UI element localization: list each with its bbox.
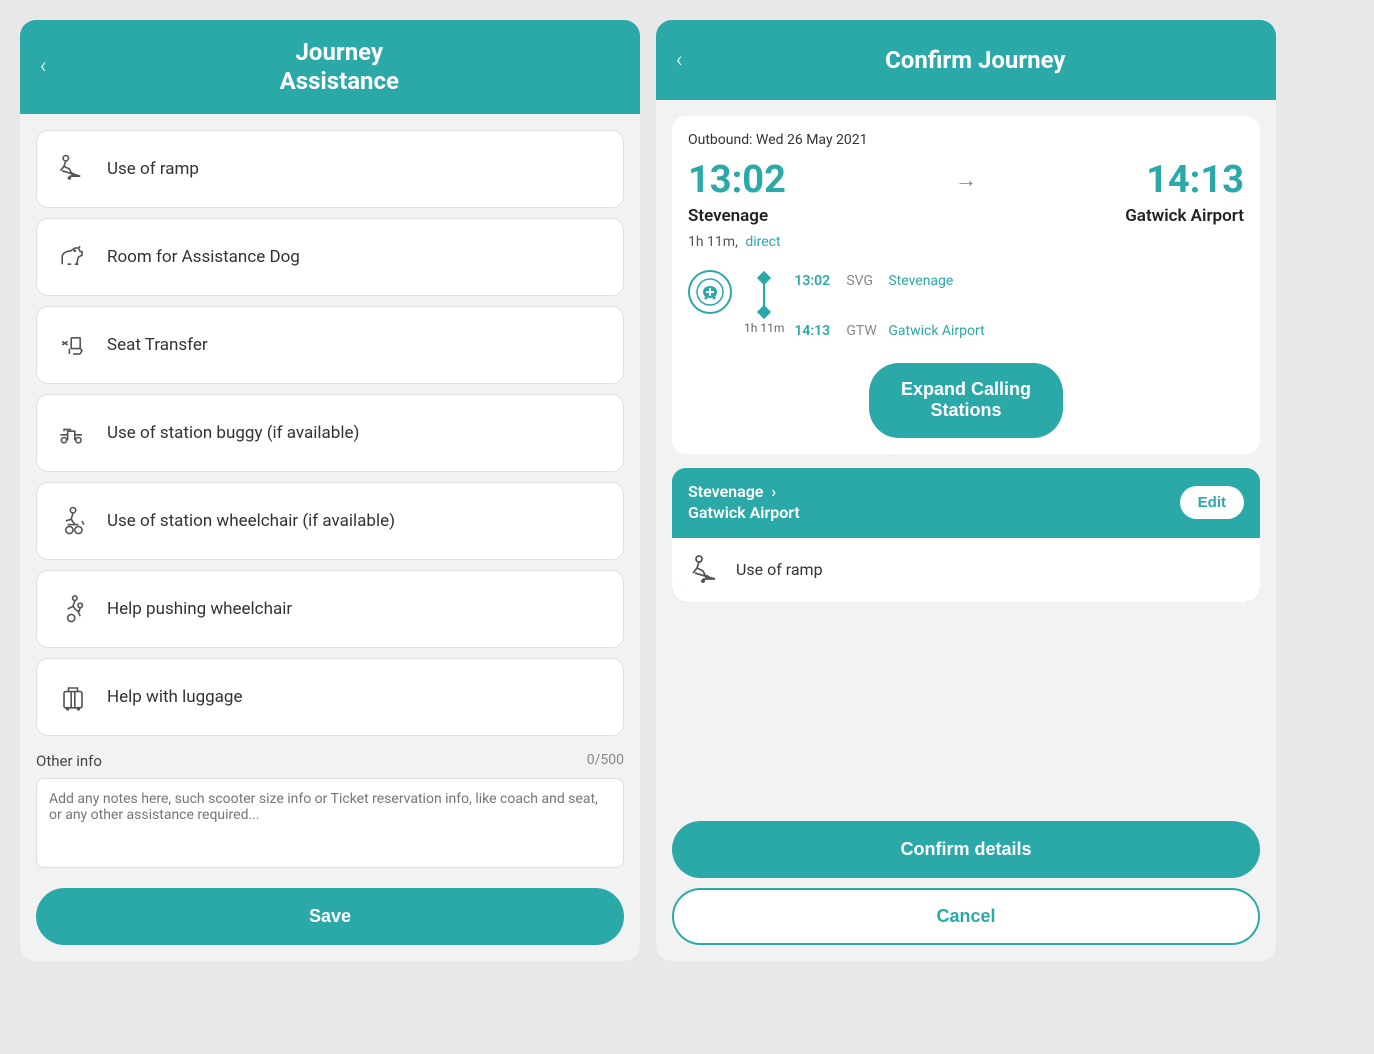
station-wheelchair-icon bbox=[53, 501, 93, 541]
luggage-icon bbox=[53, 677, 93, 717]
right-panel-title: Confirm Journey bbox=[695, 46, 1256, 75]
arrow-icon: → bbox=[955, 167, 977, 193]
journey-detail: 1h 11m 13:02 SVG Stevenage 14:13 G bbox=[688, 262, 1244, 351]
assistance-list: Use of ramp Room for Assistance Dog bbox=[20, 114, 640, 752]
direct-link[interactable]: direct bbox=[745, 234, 780, 250]
journey-card: Outbound: Wed 26 May 2021 13:02 → 14:13 … bbox=[672, 116, 1260, 454]
stop-time-1: 14:13 bbox=[794, 320, 838, 342]
other-info-textarea[interactable] bbox=[36, 778, 624, 868]
right-back-button[interactable]: ‹ bbox=[676, 48, 683, 73]
left-header: ‹ Journey Assistance bbox=[20, 20, 640, 114]
ramp-icon bbox=[53, 149, 93, 189]
confirm-details-button[interactable]: Confirm details bbox=[672, 821, 1260, 878]
stops-block: 1h 11m 13:02 SVG Stevenage 14:13 G bbox=[744, 270, 985, 343]
right-header: ‹ Confirm Journey bbox=[656, 20, 1276, 100]
expand-calling-stations-button[interactable]: Expand Calling Stations bbox=[869, 363, 1063, 438]
stations-row: Stevenage Gatwick Airport bbox=[688, 206, 1244, 226]
stop-name-1[interactable]: Gatwick Airport bbox=[888, 320, 984, 342]
depart-station: Stevenage bbox=[688, 206, 768, 226]
list-item[interactable]: Use of ramp bbox=[36, 130, 624, 208]
timeline: 1h 11m bbox=[744, 270, 784, 335]
route-header-text: Stevenage › Gatwick Airport bbox=[688, 482, 800, 524]
route-ramp-icon bbox=[688, 552, 724, 588]
cancel-button[interactable]: Cancel bbox=[672, 888, 1260, 945]
edit-button[interactable]: Edit bbox=[1180, 486, 1244, 519]
list-item[interactable]: Seat Transfer bbox=[36, 306, 624, 384]
times-row: 13:02 → 14:13 bbox=[688, 158, 1244, 202]
list-item[interactable]: Help pushing wheelchair bbox=[36, 570, 624, 648]
left-back-button[interactable]: ‹ bbox=[40, 54, 47, 79]
buggy-label: Use of station buggy (if available) bbox=[107, 423, 359, 443]
seat-label: Seat Transfer bbox=[107, 335, 208, 355]
left-panel-title: Journey Assistance bbox=[59, 38, 620, 96]
stop-name-0[interactable]: Stevenage bbox=[888, 270, 953, 292]
stop-entry: 13:02 SVG Stevenage bbox=[794, 270, 984, 292]
stop-code-1: GTW bbox=[846, 320, 880, 342]
list-item[interactable]: Use of station buggy (if available) bbox=[36, 394, 624, 472]
train-logo bbox=[688, 270, 732, 314]
dog-label: Room for Assistance Dog bbox=[107, 247, 300, 267]
seat-icon bbox=[53, 325, 93, 365]
arrive-station: Gatwick Airport bbox=[1125, 206, 1244, 226]
arrive-time: 14:13 bbox=[1146, 158, 1244, 202]
route-detail: Use of ramp bbox=[672, 538, 1260, 602]
duration-row: 1h 11m, direct bbox=[688, 234, 1244, 250]
outbound-label: Outbound: Wed 26 May 2021 bbox=[688, 132, 1244, 148]
right-content: Outbound: Wed 26 May 2021 13:02 → 14:13 … bbox=[656, 100, 1276, 813]
bottom-buttons: Confirm details Cancel bbox=[656, 813, 1276, 961]
route-detail-label: Use of ramp bbox=[736, 560, 823, 579]
route-header: Stevenage › Gatwick Airport Edit bbox=[672, 468, 1260, 538]
right-panel: ‹ Confirm Journey Outbound: Wed 26 May 2… bbox=[656, 20, 1276, 961]
stop-entry: 14:13 GTW Gatwick Airport bbox=[794, 320, 984, 342]
station-wheelchair-label: Use of station wheelchair (if available) bbox=[107, 511, 395, 531]
list-item[interactable]: Help with luggage bbox=[36, 658, 624, 736]
push-wheelchair-icon bbox=[53, 589, 93, 629]
other-info-section: Other info 0/500 bbox=[20, 752, 640, 888]
list-item[interactable]: Room for Assistance Dog bbox=[36, 218, 624, 296]
stop-time-0: 13:02 bbox=[794, 270, 838, 292]
stop-code-0: SVG bbox=[846, 270, 880, 292]
other-info-count: 0/500 bbox=[587, 752, 624, 770]
save-button[interactable]: Save bbox=[36, 888, 624, 945]
left-panel: ‹ Journey Assistance Use of ra bbox=[20, 20, 640, 961]
list-item[interactable]: Use of station wheelchair (if available) bbox=[36, 482, 624, 560]
dog-icon bbox=[53, 237, 93, 277]
route-summary: Stevenage › Gatwick Airport Edit bbox=[672, 468, 1260, 602]
other-info-label: Other info bbox=[36, 752, 102, 770]
ramp-label: Use of ramp bbox=[107, 159, 199, 179]
stop-rows: 13:02 SVG Stevenage 14:13 GTW Gatwick Ai… bbox=[794, 270, 984, 343]
stop-duration: 1h 11m bbox=[744, 321, 784, 335]
buggy-icon bbox=[53, 413, 93, 453]
luggage-label: Help with luggage bbox=[107, 687, 243, 707]
push-wheelchair-label: Help pushing wheelchair bbox=[107, 599, 292, 619]
depart-time: 13:02 bbox=[688, 158, 786, 202]
